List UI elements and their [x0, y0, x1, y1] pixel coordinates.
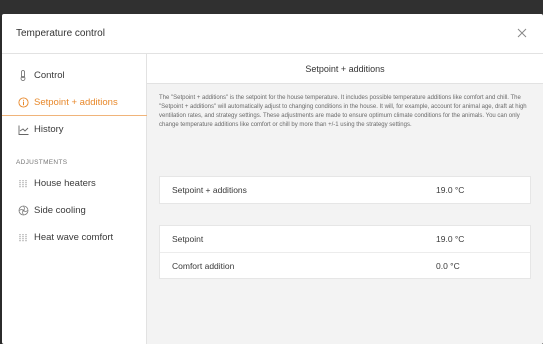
chart-icon: [16, 124, 30, 136]
temperature-control-dialog: Temperature control Control Setpoint + a…: [2, 14, 543, 344]
summary-card: Setpoint + additions 19.0 °C: [159, 176, 531, 204]
sidebar-item-label: Side cooling: [34, 205, 86, 216]
sidebar: Control Setpoint + additions History ADJ…: [2, 54, 147, 344]
sidebar-item-label: Heat wave comfort: [34, 232, 114, 243]
row-label: Setpoint: [172, 234, 204, 244]
comfort-addition-row: Comfort addition 0.0 °C: [160, 252, 530, 278]
thermometer-icon: [16, 70, 30, 82]
heater-icon: [16, 178, 30, 190]
fan-icon: [16, 205, 30, 217]
adjustments-section-label: ADJUSTMENTS: [16, 159, 68, 166]
sidebar-item-heat-wave-comfort[interactable]: Heat wave comfort: [2, 224, 146, 251]
close-icon[interactable]: [515, 26, 529, 40]
sidebar-item-control[interactable]: Control: [2, 62, 146, 89]
sidebar-item-history[interactable]: History: [2, 116, 146, 143]
description-text: The "Setpoint + additions" is the setpoi…: [159, 95, 527, 128]
sidebar-item-side-cooling[interactable]: Side cooling: [2, 197, 146, 224]
row-label: Setpoint + additions: [172, 185, 247, 195]
row-label: Comfort addition: [172, 260, 235, 271]
details-card: Setpoint 19.0 °C Comfort addition 0.0 °C: [159, 225, 531, 279]
sidebar-item-label: Setpoint + additions: [34, 97, 118, 108]
row-value: 19.0 °C: [436, 234, 465, 244]
dialog-header: Temperature control: [2, 14, 543, 54]
sidebar-item-setpoint-additions[interactable]: Setpoint + additions: [2, 89, 147, 116]
main-content: Setpoint + additions The "Setpoint + add…: [147, 54, 543, 344]
dialog-title: Temperature control: [16, 28, 105, 39]
sidebar-item-label: Control: [34, 70, 65, 81]
setpoint-additions-row: Setpoint + additions 19.0 °C: [160, 177, 530, 203]
heater-icon: [16, 232, 30, 244]
sidebar-item-label: House heaters: [34, 178, 96, 189]
sidebar-item-house-heaters[interactable]: House heaters: [2, 170, 146, 197]
info-icon: [16, 97, 30, 109]
setpoint-row: Setpoint 19.0 °C: [160, 226, 530, 252]
sidebar-item-label: History: [34, 124, 64, 135]
row-value: 19.0 °C: [436, 185, 465, 195]
content-title: Setpoint + additions: [147, 54, 543, 84]
row-value: 0.0 °C: [436, 260, 460, 271]
